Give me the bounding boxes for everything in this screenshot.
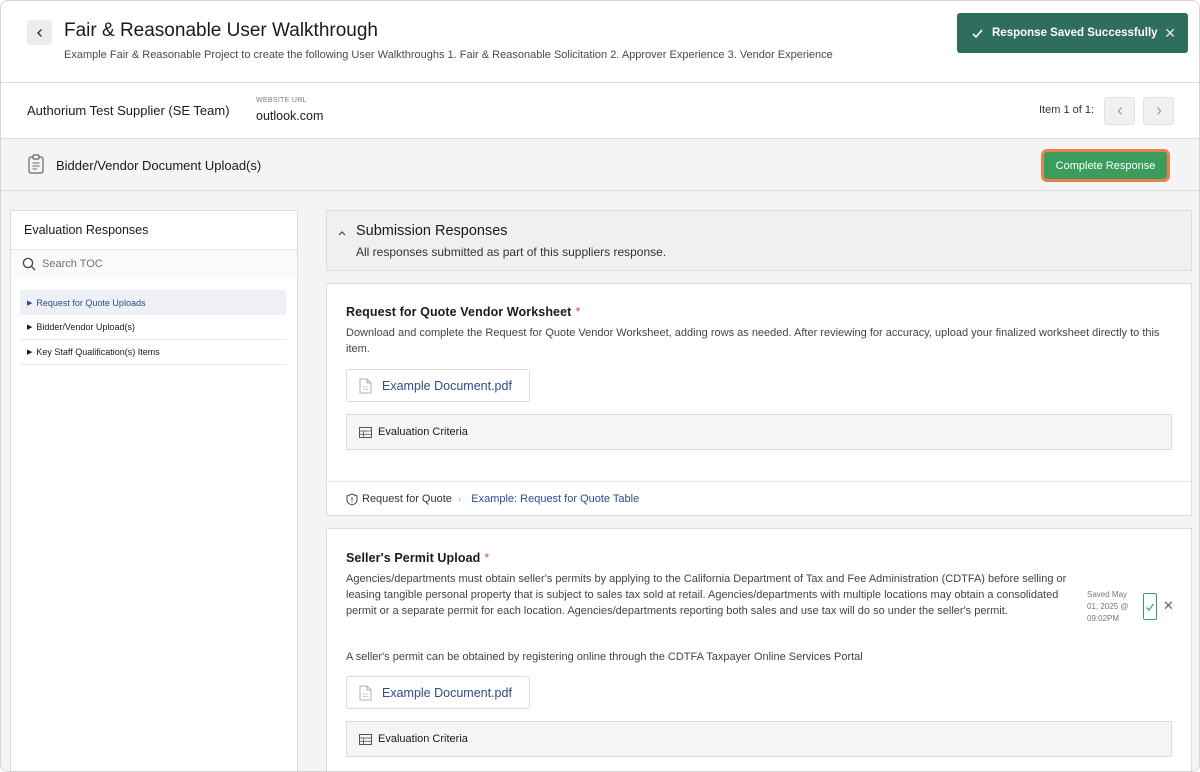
toc-item-label: Key Staff Qualification(s) Items [36, 347, 160, 357]
document-attachment[interactable]: Example Document.pdf [346, 369, 530, 402]
evaluation-criteria-label: Evaluation Criteria [378, 426, 468, 438]
chevron-up-icon[interactable] [337, 229, 347, 237]
page-header: Fair & Reasonable User Walkthrough Examp… [1, 1, 1199, 83]
success-toast: Response Saved Successfully ✕ [957, 13, 1188, 53]
card-title: Seller's Permit Upload * [346, 551, 489, 565]
page-title: Fair & Reasonable User Walkthrough [64, 20, 378, 41]
card-description: Agencies/departments must obtain seller'… [346, 573, 1067, 617]
document-name: Example Document.pdf [382, 378, 512, 393]
toc-panel: Evaluation Responses ▶ Request for Quote… [10, 210, 298, 771]
toast-message: Response Saved Successfully [992, 27, 1158, 39]
chevron-right-icon [1156, 107, 1161, 115]
card-description-secondary: A seller's permit can be obtained by reg… [346, 651, 863, 663]
card-title-text: Request for Quote Vendor Worksheet [346, 305, 572, 319]
evaluation-criteria-label: Evaluation Criteria [378, 733, 468, 745]
app-window: Fair & Reasonable User Walkthrough Examp… [0, 0, 1200, 772]
document-name: Example Document.pdf [382, 685, 512, 700]
document-icon [359, 378, 372, 393]
checkmark-icon [1146, 603, 1154, 611]
close-icon[interactable]: ✕ [1163, 598, 1174, 614]
toc-item-key-staff-qualifications[interactable]: ▶ Key Staff Qualification(s) Items [20, 340, 286, 365]
card-footer: Request for Quote › Example: Request for… [327, 481, 1191, 516]
complete-response-button[interactable]: Complete Response [1041, 149, 1170, 182]
table-icon [359, 426, 372, 438]
supplier-bar: Authorium Test Supplier (SE Team) WEBSIT… [1, 83, 1199, 139]
required-marker: * [484, 551, 490, 565]
toc-item-request-for-quote-uploads[interactable]: ▶ Request for Quote Uploads [20, 290, 286, 315]
toc-search [11, 250, 297, 278]
website-url: outlook.com [256, 109, 324, 123]
submission-responses-header: Submission Responses All responses submi… [326, 210, 1192, 271]
toc-item-bidder-vendor-uploads[interactable]: ▶ Bidder/Vendor Upload(s) [20, 315, 286, 340]
checkmark-icon [972, 28, 983, 38]
card-title: Request for Quote Vendor Worksheet * [346, 305, 580, 319]
response-card-sellers-permit: Seller's Permit Upload * Agencies/departm… [326, 528, 1192, 771]
card-description: Download and complete the Request for Qu… [346, 327, 1160, 355]
document-icon [359, 685, 372, 700]
caret-right-icon: ▶ [27, 299, 33, 307]
website-url-label: WEBSITE URL [256, 97, 307, 104]
card-title-text: Seller's Permit Upload [346, 551, 481, 565]
chevron-left-icon [36, 28, 42, 37]
footer-section-label: Request for Quote [362, 493, 452, 505]
shield-icon [346, 492, 358, 506]
clipboard-icon [28, 154, 44, 174]
chevron-left-icon [1117, 107, 1122, 115]
caret-right-icon: ▶ [27, 349, 33, 356]
response-card-vendor-worksheet: Request for Quote Vendor Worksheet * Down… [326, 283, 1192, 516]
required-marker: * [575, 305, 581, 319]
table-icon [359, 733, 372, 745]
document-attachment[interactable]: Example Document.pdf [346, 676, 530, 709]
toc-title: Evaluation Responses [24, 223, 149, 237]
item-counter: Item 1 of 1: [1039, 104, 1095, 116]
submission-title: Submission Responses [356, 223, 508, 239]
search-icon [22, 257, 36, 271]
accept-button[interactable] [1143, 593, 1157, 620]
chevron-right-icon: › [457, 493, 462, 505]
page-subtitle: Example Fair & Reasonable Project to cre… [64, 49, 833, 61]
evaluation-criteria[interactable]: Evaluation Criteria [346, 414, 1172, 450]
next-item-button[interactable] [1143, 97, 1174, 125]
supplier-name: Authorium Test Supplier (SE Team) [27, 103, 230, 118]
back-button[interactable] [27, 20, 52, 45]
close-icon[interactable]: ✕ [1164, 25, 1176, 42]
toc-item-label: Bidder/Vendor Upload(s) [36, 322, 135, 332]
submission-description: All responses submitted as part of this … [356, 245, 667, 259]
toc-item-label: Request for Quote Uploads [36, 297, 146, 308]
search-input[interactable] [42, 256, 282, 272]
section-title: Bidder/Vendor Document Upload(s) [56, 158, 262, 173]
previous-item-button[interactable] [1104, 97, 1135, 125]
evaluation-criteria[interactable]: Evaluation Criteria [346, 721, 1172, 757]
saved-timestamp: Saved May 01, 2025 @ 09:02PM [1087, 590, 1129, 623]
section-bar: Bidder/Vendor Document Upload(s) [1, 139, 1199, 191]
footer-link[interactable]: Example: Request for Quote Table [471, 493, 639, 505]
caret-right-icon: ▶ [27, 324, 33, 331]
